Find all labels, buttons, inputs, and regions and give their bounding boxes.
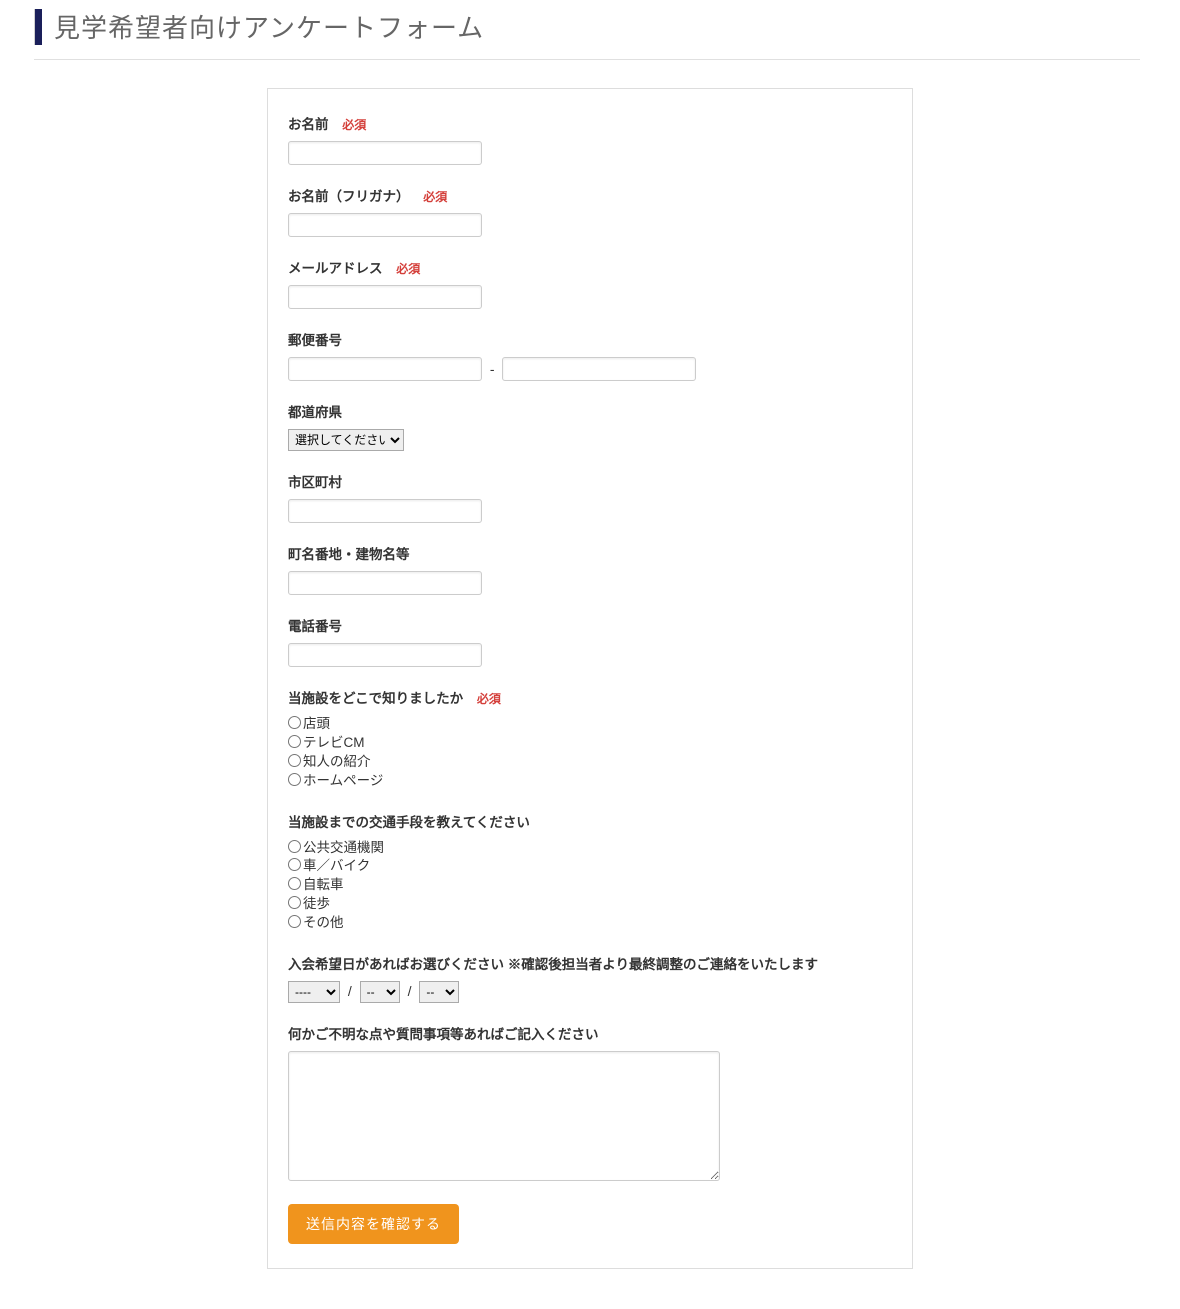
submit-button[interactable]: 送信内容を確認する: [288, 1204, 459, 1244]
radio-transport-0-label: 公共交通機関: [303, 840, 384, 855]
label-name-kana: お名前（フリガナ）: [288, 189, 410, 204]
textarea-comments[interactable]: [288, 1051, 720, 1181]
input-name[interactable]: [288, 141, 482, 165]
label-join-date: 入会希望日があればお選びください ※確認後担当者より最終調整のご連絡をいたします: [288, 957, 818, 972]
input-name-kana[interactable]: [288, 213, 482, 237]
radio-how-known-1-label: テレビCM: [303, 735, 365, 750]
field-how-known: 当施設をどこで知りましたか 必須 店頭 テレビCM 知人の紹介 ホームページ: [288, 687, 892, 791]
label-email: メールアドレス: [288, 261, 383, 276]
radio-transport-0[interactable]: [288, 840, 301, 853]
radio-transport-3[interactable]: [288, 896, 301, 909]
radio-transport-1-label: 車／バイク: [303, 858, 370, 873]
label-city: 市区町村: [288, 475, 342, 490]
date-separator: /: [408, 983, 412, 999]
radio-how-known-2[interactable]: [288, 754, 301, 767]
radio-how-known-3-label: ホームページ: [303, 773, 383, 788]
input-city[interactable]: [288, 499, 482, 523]
submit-row: 送信内容を確認する: [288, 1204, 892, 1244]
radio-transport-1[interactable]: [288, 858, 301, 871]
field-prefecture: 都道府県 選択してください: [288, 401, 892, 451]
input-address[interactable]: [288, 571, 482, 595]
radio-transport-4[interactable]: [288, 915, 301, 928]
field-join-date: 入会希望日があればお選びください ※確認後担当者より最終調整のご連絡をいたします…: [288, 953, 892, 1003]
radio-transport-3-label: 徒歩: [303, 896, 330, 911]
zip-separator: -: [490, 361, 495, 377]
header-accent-bar: [34, 9, 42, 45]
label-address: 町名番地・建物名等: [288, 547, 410, 562]
date-separator: /: [348, 983, 352, 999]
select-year[interactable]: ----: [288, 981, 340, 1003]
radio-how-known-3[interactable]: [288, 773, 301, 786]
field-address: 町名番地・建物名等: [288, 543, 892, 595]
field-zip: 郵便番号 -: [288, 329, 892, 381]
page-header: 見学希望者向けアンケートフォーム: [34, 0, 1140, 60]
select-day[interactable]: --: [419, 981, 459, 1003]
radio-how-known-0[interactable]: [288, 716, 301, 729]
select-prefecture[interactable]: 選択してください: [288, 429, 404, 451]
survey-form: お名前 必須 お名前（フリガナ） 必須 メールアドレス 必須 郵便番号: [267, 88, 913, 1269]
label-prefecture: 都道府県: [288, 405, 342, 420]
select-month[interactable]: --: [360, 981, 400, 1003]
required-badge: 必須: [423, 190, 447, 204]
radio-how-known-2-label: 知人の紹介: [303, 754, 371, 769]
field-email: メールアドレス 必須: [288, 257, 892, 309]
label-transport: 当施設までの交通手段を教えてください: [288, 815, 530, 830]
radio-how-known-0-label: 店頭: [303, 716, 330, 731]
radio-transport-2[interactable]: [288, 877, 301, 890]
label-how-known: 当施設をどこで知りましたか: [288, 691, 463, 706]
required-badge: 必須: [477, 692, 501, 706]
label-tel: 電話番号: [288, 619, 342, 634]
radio-how-known-1[interactable]: [288, 735, 301, 748]
input-zip-2[interactable]: [502, 357, 696, 381]
required-badge: 必須: [342, 118, 366, 132]
input-email[interactable]: [288, 285, 482, 309]
field-transport: 当施設までの交通手段を教えてください 公共交通機関 車／バイク 自転車 徒歩 そ…: [288, 811, 892, 933]
input-zip-1[interactable]: [288, 357, 482, 381]
label-zip: 郵便番号: [288, 333, 342, 348]
input-tel[interactable]: [288, 643, 482, 667]
field-comments: 何かご不明な点や質問事項等あればご記入ください: [288, 1023, 892, 1184]
field-city: 市区町村: [288, 471, 892, 523]
label-name: お名前: [288, 117, 329, 132]
page-title: 見学希望者向けアンケートフォーム: [54, 8, 484, 45]
radio-transport-4-label: その他: [303, 915, 344, 930]
field-tel: 電話番号: [288, 615, 892, 667]
label-comments: 何かご不明な点や質問事項等あればご記入ください: [288, 1027, 599, 1042]
field-name: お名前 必須: [288, 113, 892, 165]
radio-transport-2-label: 自転車: [303, 877, 344, 892]
required-badge: 必須: [396, 262, 420, 276]
field-name-kana: お名前（フリガナ） 必須: [288, 185, 892, 237]
